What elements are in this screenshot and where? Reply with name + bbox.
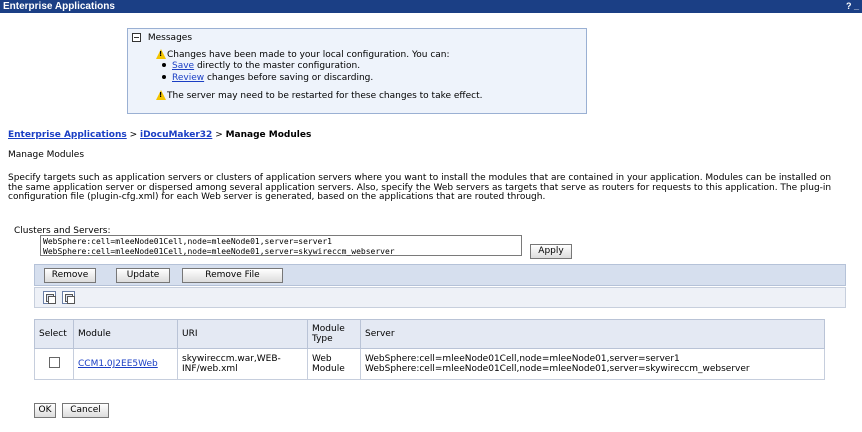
messages-header-label: Messages [147, 33, 193, 43]
selection-iconbar [34, 287, 846, 308]
col-module: Module [73, 319, 178, 349]
action-toolbar: Remove Update Remove File [34, 264, 846, 286]
bullet-icon [162, 63, 166, 67]
breadcrumb-separator: > [212, 130, 226, 140]
window-controls[interactable]: ? _ [846, 0, 859, 13]
clusters-servers-listbox[interactable]: WebSphere:cell=mleeNode01Cell,node=mleeN… [40, 235, 522, 256]
page-subtitle: Manage Modules [8, 150, 85, 160]
module-type-cell: Web Module [307, 348, 361, 380]
col-server: Server [360, 319, 825, 349]
restart-warning-text: The server may need to be restarted for … [167, 91, 483, 101]
col-module-type: Module Type [307, 319, 361, 349]
save-text: directly to the master configuration. [194, 61, 361, 71]
message-save-item: Save directly to the master configuratio… [162, 61, 360, 71]
window-title: Enterprise Applications [3, 1, 115, 12]
server-value: WebSphere:cell=mleeNode01Cell,node=mleeN… [365, 364, 750, 374]
remove-file-button[interactable]: Remove File [182, 268, 283, 283]
table-row: CCM1.0J2EE5Web skywireccm.war,WEB-INF/we… [34, 348, 825, 380]
save-link[interactable]: Save [172, 61, 194, 71]
table-header-row: Select Module URI Module Type Server [34, 319, 825, 349]
listbox-option[interactable]: WebSphere:cell=mleeNode01Cell,node=mleeN… [43, 237, 519, 247]
remove-button[interactable]: Remove [44, 268, 96, 283]
breadcrumb-app[interactable]: iDocuMaker32 [140, 130, 212, 140]
breadcrumb-current: Manage Modules [225, 130, 312, 140]
warning-icon [156, 49, 166, 59]
messages-header[interactable]: Messages [132, 33, 192, 43]
warning-icon [156, 90, 166, 100]
apply-button[interactable]: Apply [530, 244, 572, 259]
module-cell: CCM1.0J2EE5Web [73, 348, 178, 380]
server-cell: WebSphere:cell=mleeNode01Cell,node=mleeN… [360, 348, 825, 380]
breadcrumb-separator: > [126, 130, 140, 140]
ok-button[interactable]: OK [34, 403, 56, 418]
collapse-icon[interactable] [132, 33, 141, 42]
message-review-item: Review changes before saving or discardi… [162, 73, 373, 83]
col-select: Select [34, 319, 74, 349]
module-link[interactable]: CCM1.0J2EE5Web [78, 359, 158, 369]
col-uri: URI [177, 319, 308, 349]
bullet-icon [162, 75, 166, 79]
window-titlebar: Enterprise Applications ? _ [0, 0, 862, 13]
breadcrumb-enterprise-applications[interactable]: Enterprise Applications [8, 130, 127, 140]
select-all-icon[interactable] [43, 291, 56, 304]
server-value: WebSphere:cell=mleeNode01Cell,node=mleeN… [365, 354, 680, 364]
modules-table: Select Module URI Module Type Server CCM… [34, 319, 825, 380]
select-cell [34, 348, 74, 380]
message-changes-text: Changes have been made to your local con… [167, 50, 450, 60]
row-checkbox[interactable] [48, 357, 60, 368]
listbox-option[interactable]: WebSphere:cell=mleeNode01Cell,node=mleeN… [43, 247, 519, 257]
message-changes: Changes have been made to your local con… [156, 49, 450, 60]
uri-cell: skywireccm.war,WEB-INF/web.xml [177, 348, 308, 380]
deselect-all-icon[interactable] [62, 291, 75, 304]
update-button[interactable]: Update [116, 268, 170, 283]
breadcrumb: Enterprise Applications > iDocuMaker32 >… [8, 130, 311, 140]
message-restart-warning: The server may need to be restarted for … [156, 90, 483, 101]
messages-panel: Messages Changes have been made to your … [127, 28, 587, 114]
page-description: Specify targets such as application serv… [8, 173, 832, 202]
cancel-button[interactable]: Cancel [62, 403, 109, 418]
review-link[interactable]: Review [172, 73, 204, 83]
review-text: changes before saving or discarding. [204, 73, 374, 83]
